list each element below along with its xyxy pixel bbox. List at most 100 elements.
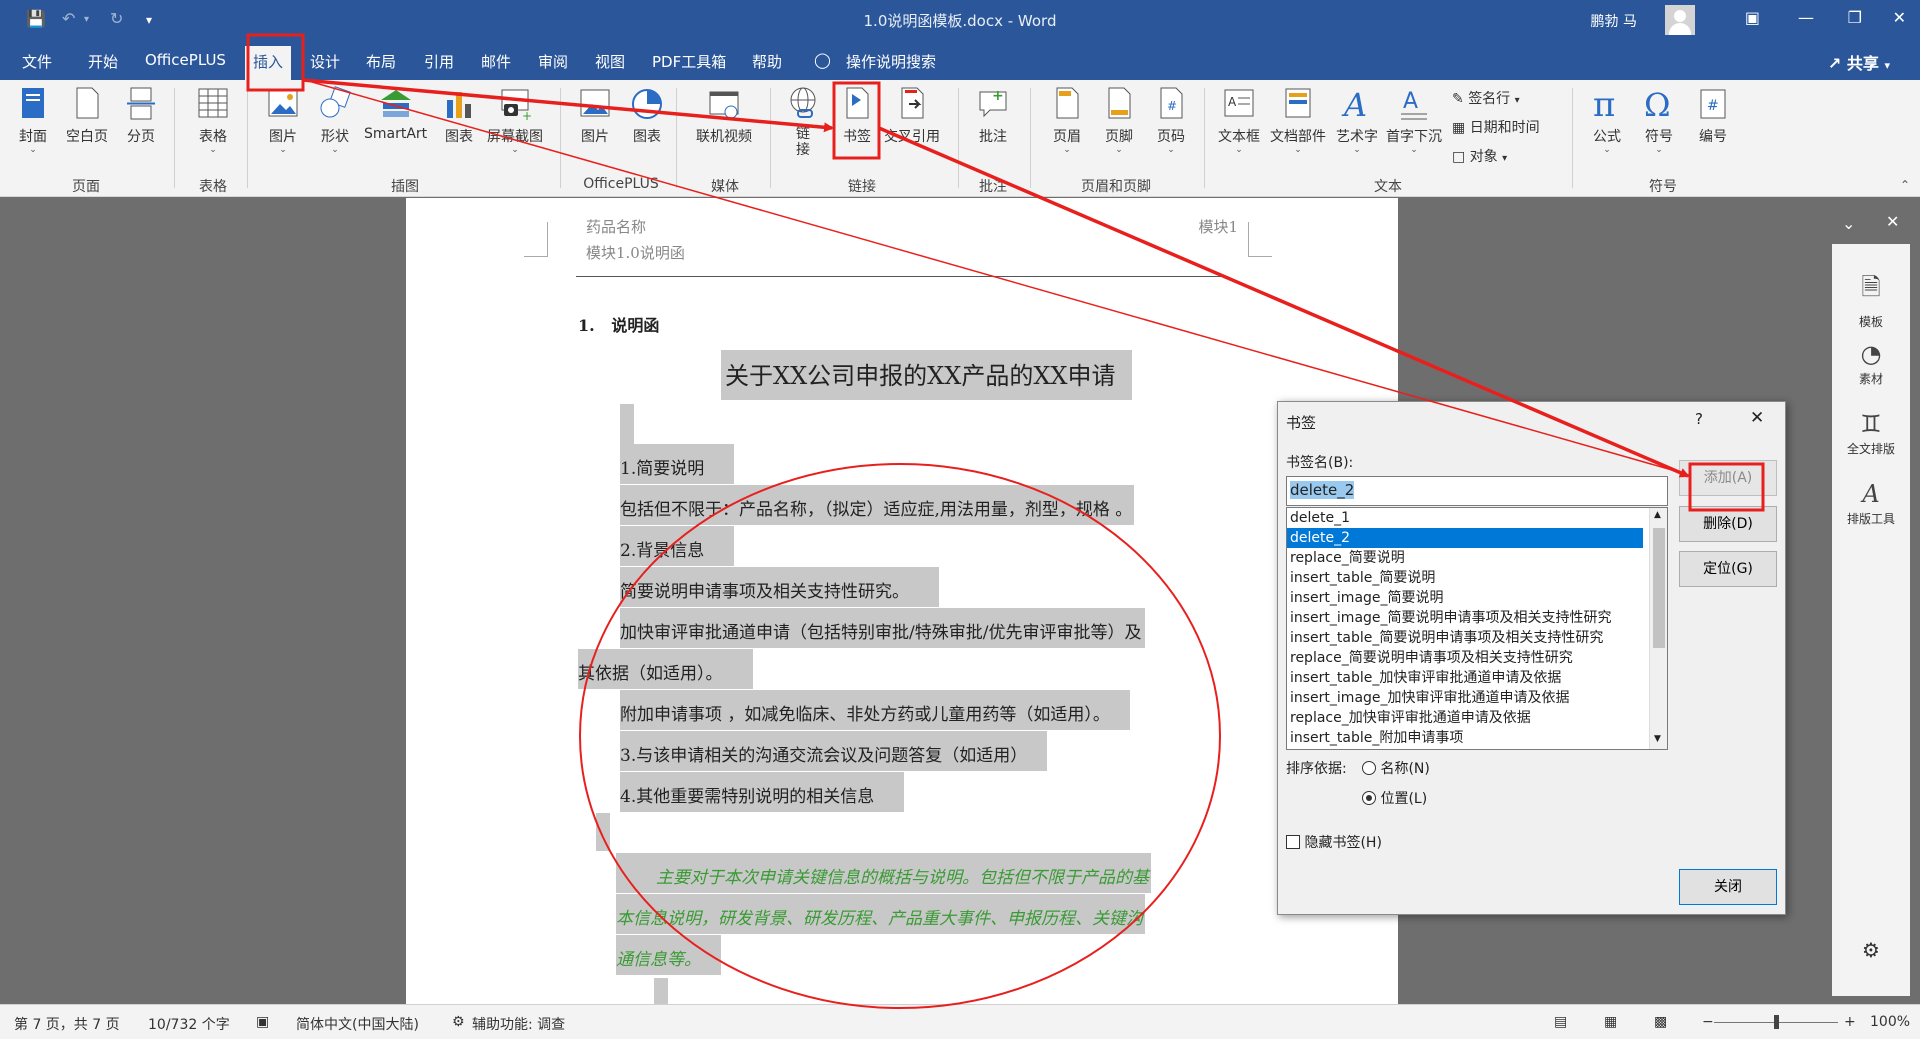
print-layout-icon[interactable]: ▦ <box>1604 1014 1617 1030</box>
page-count[interactable]: 第 7 页，共 7 页 <box>14 1014 120 1034</box>
undo-icon[interactable]: ↶ <box>62 9 75 28</box>
tab-insert[interactable]: 插入 <box>245 46 292 80</box>
comment-button[interactable]: + 批注 <box>976 86 1010 146</box>
wordart-button[interactable]: A 艺术字 ⌄ <box>1336 86 1378 155</box>
scroll-up-icon[interactable]: ▲ <box>1654 510 1661 520</box>
proofing-icon[interactable]: ▣ <box>256 1014 269 1030</box>
cross-reference-button[interactable]: 交叉引用 <box>884 86 940 146</box>
bookmark-list-item[interactable]: insert_image_简要说明 <box>1287 588 1643 608</box>
blank-page-button[interactable]: 空白页 <box>66 86 108 146</box>
tab-layout[interactable]: 布局 <box>366 51 396 72</box>
restore-icon[interactable]: ❐ <box>1848 8 1862 27</box>
bookmark-list-item[interactable]: replace_加快审评审批通道申请及依据 <box>1287 708 1643 728</box>
avatar[interactable] <box>1665 5 1695 35</box>
save-icon[interactable]: 💾 <box>26 9 46 28</box>
close-window-icon[interactable]: ✕ <box>1893 8 1906 27</box>
page-number-button[interactable]: # 页码 ⌄ <box>1154 86 1188 155</box>
tell-me-search[interactable]: 操作说明搜索 <box>846 51 936 72</box>
redo-icon[interactable]: ↻ <box>110 9 123 28</box>
tab-home[interactable]: 开始 <box>88 51 118 72</box>
header-button[interactable]: 页眉 ⌄ <box>1050 86 1084 155</box>
bookmark-list-item[interactable]: replace_简要说明申请事项及相关支持性研究 <box>1287 648 1643 668</box>
lightbulb-icon[interactable]: ◯ <box>814 51 831 69</box>
signature-line-button[interactable]: ✎ 签名行 ▾ <box>1452 88 1520 108</box>
date-time-button[interactable]: ▦ 日期和时间 <box>1452 117 1540 137</box>
ribbon-display-icon[interactable]: ▣ <box>1745 8 1760 27</box>
settings-icon[interactable]: ⚙ <box>1832 938 1910 962</box>
tab-help[interactable]: 帮助 <box>752 51 782 72</box>
close-panel-icon[interactable]: ✕ <box>1886 212 1899 231</box>
zoom-out-icon[interactable]: − <box>1702 1014 1714 1030</box>
table-button[interactable]: 表格 ⌄ <box>196 86 230 155</box>
collapse-ribbon-icon[interactable]: ⌃ <box>1900 178 1910 192</box>
close-button[interactable]: 关闭 <box>1679 869 1777 905</box>
drop-cap-button[interactable]: A 首字下沉 ⌄ <box>1386 86 1442 155</box>
bookmark-list-item[interactable]: delete_1 <box>1287 508 1643 528</box>
officeplus-chart-button[interactable]: 图表 <box>630 86 664 146</box>
tab-review[interactable]: 审阅 <box>538 51 568 72</box>
close-dialog-icon[interactable]: ✕ <box>1750 408 1764 428</box>
share-button[interactable]: ↗ 共享 ▾ <box>1828 50 1890 74</box>
tab-file[interactable]: 文件 <box>22 51 52 72</box>
cover-page-button[interactable]: 封面 ⌄ <box>16 86 50 155</box>
language[interactable]: 简体中文(中国大陆) <box>296 1014 419 1034</box>
list-scrollbar[interactable]: ▲ ▼ <box>1649 508 1667 749</box>
customize-toolbar-icon[interactable]: ▾ <box>146 13 152 27</box>
word-count[interactable]: 10/732 个字 <box>148 1014 230 1034</box>
goto-button[interactable]: 定位(G) <box>1679 551 1777 587</box>
equation-button[interactable]: π 公式 ⌄ <box>1590 86 1624 155</box>
help-button[interactable]: ? <box>1695 410 1703 428</box>
undo-dropdown-icon[interactable]: ▾ <box>84 14 89 25</box>
zoom-slider[interactable] <box>1714 1015 1838 1029</box>
tab-references[interactable]: 引用 <box>424 51 454 72</box>
side-item-material[interactable]: ◔ 素材 <box>1832 340 1910 387</box>
delete-button[interactable]: 删除(D) <box>1679 506 1777 542</box>
bookmark-list-item[interactable]: insert_table_附加申请事项 <box>1287 728 1643 748</box>
tab-pdf-tools[interactable]: PDF工具箱 <box>652 51 726 72</box>
footer-button[interactable]: 页脚 ⌄ <box>1102 86 1136 155</box>
online-video-button[interactable]: 联机视频 <box>696 86 752 146</box>
hidden-bookmarks-checkbox[interactable]: 隐藏书签(H) <box>1286 832 1382 852</box>
bookmark-list-item[interactable]: insert_table_加快审评审批通道申请及依据 <box>1287 668 1643 688</box>
web-layout-icon[interactable]: ▩ <box>1654 1014 1667 1030</box>
symbol-button[interactable]: Ω 符号 ⌄ <box>1642 86 1676 155</box>
number-button[interactable]: # 编号 <box>1696 86 1730 146</box>
side-item-layout-tools[interactable]: A 排版工具 <box>1832 480 1910 527</box>
chart-button[interactable]: 图表 <box>442 86 476 146</box>
object-button[interactable]: □ 对象 ▾ <box>1452 146 1507 166</box>
bookmark-button[interactable]: 书签 <box>840 86 874 146</box>
picture-button[interactable]: 图片 ⌄ <box>266 86 300 155</box>
side-item-full-layout[interactable]: ♊ 全文排版 <box>1832 410 1910 457</box>
side-item-template[interactable]: 🗎 模板 <box>1832 270 1910 330</box>
bookmark-name-input[interactable]: delete_2 <box>1286 476 1668 506</box>
bookmark-list-item[interactable]: delete_2 <box>1287 528 1643 548</box>
screenshot-button[interactable]: + 屏幕截图 ⌄ <box>487 86 543 155</box>
minimize-icon[interactable]: — <box>1798 8 1814 27</box>
sort-by-name-radio[interactable]: 名称(N) <box>1362 758 1430 778</box>
add-button[interactable]: 添加(A) <box>1679 460 1777 496</box>
read-mode-icon[interactable]: ▤ <box>1554 1014 1567 1030</box>
sort-by-position-radio[interactable]: 位置(L) <box>1362 788 1427 808</box>
scroll-down-icon[interactable]: ▼ <box>1654 734 1661 744</box>
tab-mailings[interactable]: 邮件 <box>481 51 511 72</box>
tab-officeplus[interactable]: OfficePLUS <box>145 51 226 69</box>
officeplus-picture-button[interactable]: 图片 <box>578 86 612 146</box>
bookmark-list-item[interactable]: replace_简要说明 <box>1287 548 1643 568</box>
shapes-button[interactable]: 形状 ⌄ <box>318 86 352 155</box>
user-name[interactable]: 鹏勃 马 <box>1591 11 1637 31</box>
link-button[interactable]: 链接 <box>786 86 820 158</box>
bookmark-list-item[interactable]: insert_image_加快审评审批通道申请及依据 <box>1287 688 1643 708</box>
bookmark-list-item[interactable]: insert_table_简要说明 <box>1287 568 1643 588</box>
zoom-level[interactable]: 100% <box>1870 1014 1910 1030</box>
zoom-in-icon[interactable]: + <box>1844 1014 1856 1030</box>
page-break-button[interactable]: 分页 <box>124 86 158 146</box>
document-page[interactable]: 药品名称 模块1 模块1.0说明函 1. 说明函 关于XX公司申报的XX产品的X… <box>406 198 1398 1004</box>
bookmark-list-item[interactable]: insert_image_简要说明申请事项及相关支持性研究 <box>1287 608 1643 628</box>
smartart-button[interactable]: SmartArt <box>364 86 427 142</box>
textbox-button[interactable]: A 文本框 ⌄ <box>1218 86 1260 155</box>
tab-view[interactable]: 视图 <box>595 51 625 72</box>
chevron-down-icon[interactable]: ⌄ <box>1842 214 1855 233</box>
quick-parts-button[interactable]: 文档部件 ⌄ <box>1270 86 1326 155</box>
bookmark-list-item[interactable]: insert_table_简要说明申请事项及相关支持性研究 <box>1287 628 1643 648</box>
bookmark-list[interactable]: delete_1 delete_2 replace_简要说明 insert_table… <box>1286 507 1668 750</box>
